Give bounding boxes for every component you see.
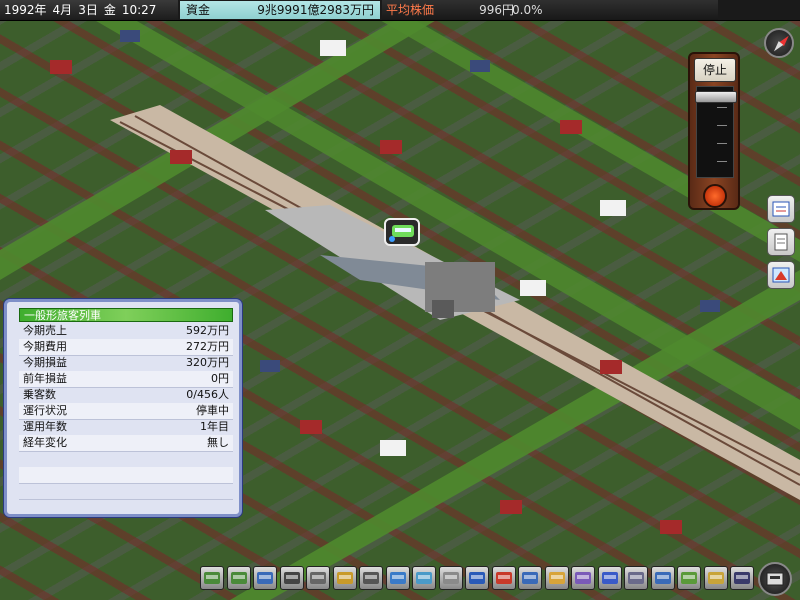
empty-row bbox=[19, 483, 233, 500]
row-label: 運用年数 bbox=[23, 420, 67, 433]
row-label: 今期売上 bbox=[23, 324, 67, 337]
empty-row bbox=[19, 451, 233, 468]
advisor-icon[interactable] bbox=[730, 566, 754, 590]
row-value: 320万円 bbox=[186, 356, 229, 369]
demolish-icon[interactable] bbox=[703, 566, 728, 590]
speed-slider-handle[interactable] bbox=[695, 91, 737, 103]
train-info-panel[interactable]: 一般形旅客列車 今期売上 592万円 今期費用 272万円 今期損益 320万円 前年… bbox=[4, 299, 242, 517]
row-label: 前年損益 bbox=[23, 372, 67, 385]
truck-icon[interactable] bbox=[412, 566, 436, 590]
speed-slider[interactable] bbox=[695, 86, 737, 178]
materials-icon[interactable] bbox=[438, 566, 463, 590]
rail-icon[interactable] bbox=[200, 566, 224, 590]
row-value: 1年目 bbox=[200, 420, 229, 433]
stock-change: 0.0% bbox=[512, 3, 543, 17]
row-label: 今期費用 bbox=[23, 340, 67, 353]
road-icon[interactable] bbox=[279, 566, 304, 590]
building-icon[interactable] bbox=[465, 566, 489, 590]
funds-value: 9兆9991億2983万円 bbox=[257, 3, 374, 17]
funds-display: 資金 9兆9991億2983万円 bbox=[180, 1, 380, 19]
compass-icon[interactable] bbox=[764, 28, 794, 58]
train-marker-icon[interactable] bbox=[384, 218, 420, 246]
month: 4月 bbox=[52, 3, 73, 17]
row-label: 乗客数 bbox=[23, 388, 56, 401]
time: 10:27 bbox=[121, 3, 157, 17]
info-row: 今期損益 320万円 bbox=[19, 355, 233, 372]
settings-icon[interactable] bbox=[650, 566, 675, 590]
weekday: 金 bbox=[103, 3, 116, 17]
bus-icon[interactable] bbox=[332, 566, 357, 590]
empty-row bbox=[19, 467, 233, 484]
transfer-icon[interactable] bbox=[491, 566, 516, 590]
info-row: 運行状況 停車中 bbox=[19, 403, 233, 420]
pause-lamp-button[interactable] bbox=[703, 184, 727, 208]
bus-stop-icon[interactable] bbox=[306, 566, 330, 590]
stop-button[interactable]: 停止 bbox=[694, 58, 736, 82]
row-value: 無し bbox=[207, 436, 229, 449]
terrain-icon[interactable] bbox=[677, 566, 701, 590]
exit-icon[interactable] bbox=[758, 562, 792, 596]
year: 1992年 bbox=[4, 3, 47, 17]
funds-label: 資金 bbox=[186, 3, 211, 17]
subsidiary-icon[interactable] bbox=[544, 566, 569, 590]
row-label: 経年変化 bbox=[23, 436, 67, 449]
document-icon[interactable] bbox=[767, 228, 795, 256]
rail-track-icon[interactable] bbox=[359, 566, 383, 590]
info-row: 前年損益 0円 bbox=[19, 371, 233, 388]
date-display: 1992年 4月 3日金 10:27 bbox=[0, 0, 178, 20]
row-value: 0/456人 bbox=[186, 388, 229, 401]
graph-icon[interactable] bbox=[597, 566, 622, 590]
info-row: 乗客数 0/456人 bbox=[19, 387, 233, 404]
stock-value: 996円 bbox=[479, 3, 514, 17]
station-icon[interactable] bbox=[226, 566, 251, 590]
info-row: 経年変化 無し bbox=[19, 435, 233, 452]
train-icon[interactable] bbox=[253, 566, 277, 590]
stock-display: 平均株価 996円 0.0% bbox=[382, 0, 718, 20]
calendar-icon[interactable] bbox=[624, 566, 648, 590]
bridge-icon[interactable] bbox=[385, 566, 410, 590]
panel-title: 一般形旅客列車 bbox=[19, 308, 233, 322]
skyscraper-icon[interactable] bbox=[518, 566, 542, 590]
row-value: 停車中 bbox=[196, 404, 229, 417]
report-icon[interactable] bbox=[767, 195, 795, 223]
row-label: 今期損益 bbox=[23, 356, 67, 369]
map-icon[interactable] bbox=[767, 261, 795, 289]
row-value: 592万円 bbox=[186, 324, 229, 337]
row-value: 0円 bbox=[211, 372, 229, 385]
game-speed-control: 停止 bbox=[688, 52, 740, 210]
bottom-toolbar bbox=[196, 562, 800, 600]
top-status-bar: 1992年 4月 3日金 10:27 資金 9兆9991億2983万円 平均株価 99… bbox=[0, 0, 800, 21]
info-row: 運用年数 1年目 bbox=[19, 419, 233, 436]
info-row: 今期売上 592万円 bbox=[19, 323, 233, 340]
row-label: 運行状況 bbox=[23, 404, 67, 417]
day: 3日 bbox=[78, 3, 98, 17]
staff-icon[interactable] bbox=[571, 566, 595, 590]
row-value: 272万円 bbox=[186, 340, 229, 353]
stock-label: 平均株価 bbox=[386, 3, 435, 17]
info-row: 今期費用 272万円 bbox=[19, 339, 233, 356]
